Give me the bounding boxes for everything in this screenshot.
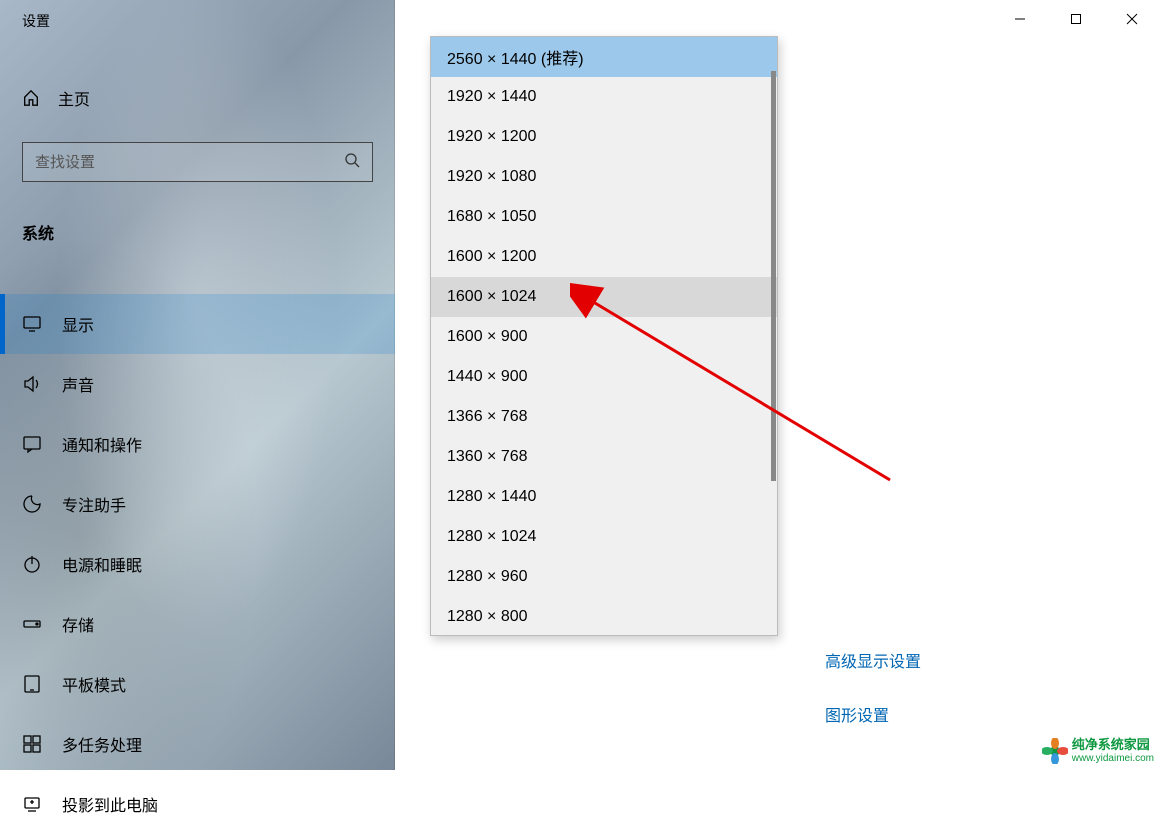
window-controls <box>992 0 1160 38</box>
resolution-option[interactable]: 1280 × 1440 <box>431 477 777 517</box>
nav-label: 投影到此电脑 <box>62 792 158 816</box>
close-button[interactable] <box>1104 0 1160 38</box>
advanced-display-link[interactable]: 高级显示设置 <box>825 648 921 672</box>
home-button[interactable]: 主页 <box>0 72 395 124</box>
watermark-title: 纯净系统家园 <box>1072 738 1154 752</box>
nav-label: 存储 <box>62 612 94 636</box>
resolution-option[interactable]: 1920 × 1200 <box>431 117 777 157</box>
nav-item-multitask[interactable]: 多任务处理 <box>0 714 395 774</box>
watermark: 纯净系统家园 www.yidaimei.com <box>1042 738 1154 764</box>
search-input[interactable] <box>35 154 344 171</box>
maximize-icon <box>1070 13 1082 25</box>
nav-item-notifications[interactable]: 通知和操作 <box>0 414 395 474</box>
multitask-icon <box>22 734 42 754</box>
home-label: 主页 <box>58 86 90 110</box>
resolution-option[interactable]: 1920 × 1440 <box>431 77 777 117</box>
dropdown-scrollbar[interactable] <box>771 71 776 481</box>
home-icon <box>22 89 40 107</box>
resolution-option[interactable]: 1280 × 1024 <box>431 517 777 557</box>
resolution-option[interactable]: 1360 × 768 <box>431 437 777 477</box>
resolution-option[interactable]: 1600 × 900 <box>431 317 777 357</box>
nav-item-power[interactable]: 电源和睡眠 <box>0 534 395 594</box>
nav-label: 专注助手 <box>62 492 126 516</box>
resolution-option[interactable]: 1280 × 960 <box>431 557 777 597</box>
nav-label: 多任务处理 <box>62 732 142 756</box>
nav-label: 电源和睡眠 <box>62 552 142 576</box>
watermark-url: www.yidaimei.com <box>1072 753 1154 764</box>
watermark-icon <box>1042 738 1068 764</box>
nav-label: 显示 <box>62 312 94 336</box>
nav-item-display[interactable]: 显示 <box>0 294 395 354</box>
nav-label: 声音 <box>62 372 94 396</box>
minimize-icon <box>1014 13 1026 25</box>
search-box[interactable] <box>22 142 373 182</box>
sound-icon <box>22 374 42 394</box>
close-icon <box>1126 13 1138 25</box>
resolution-option[interactable]: 1600 × 1024 <box>431 277 777 317</box>
nav-item-project[interactable]: 投影到此电脑 <box>0 774 395 834</box>
project-icon <box>22 794 42 814</box>
sidebar: 设置 主页 系统 显示 <box>0 0 395 770</box>
nav-item-sound[interactable]: 声音 <box>0 354 395 414</box>
storage-icon <box>22 614 42 634</box>
graphics-settings-link[interactable]: 图形设置 <box>825 702 889 726</box>
maximize-button[interactable] <box>1048 0 1104 38</box>
nav-label: 平板模式 <box>62 672 126 696</box>
minimize-button[interactable] <box>992 0 1048 38</box>
display-icon <box>22 314 42 334</box>
nav-item-tablet[interactable]: 平板模式 <box>0 654 395 714</box>
nav-item-focus[interactable]: 专注助手 <box>0 474 395 534</box>
nav-label: 通知和操作 <box>62 432 142 456</box>
search-icon <box>344 152 360 173</box>
notify-icon <box>22 434 42 454</box>
resolution-option[interactable]: 2560 × 1440 (推荐) <box>431 37 777 77</box>
resolution-option[interactable]: 1600 × 1200 <box>431 237 777 277</box>
tablet-icon <box>22 674 42 694</box>
power-icon <box>22 554 42 574</box>
window-title: 设置 <box>0 0 395 42</box>
focus-icon <box>22 494 42 514</box>
resolution-dropdown[interactable]: 2560 × 1440 (推荐) 1920 × 1440 1920 × 1200… <box>430 36 778 636</box>
window-title-text: 设置 <box>22 11 50 31</box>
category-label: 系统 <box>0 200 395 254</box>
nav-item-storage[interactable]: 存储 <box>0 594 395 654</box>
resolution-option[interactable]: 1366 × 768 <box>431 397 777 437</box>
nav-list: 显示 声音 通知和操作 专注助手 <box>0 294 395 834</box>
resolution-option[interactable]: 1920 × 1080 <box>431 157 777 197</box>
resolution-option[interactable]: 1680 × 1050 <box>431 197 777 237</box>
resolution-option[interactable]: 1280 × 800 <box>431 597 777 636</box>
resolution-option[interactable]: 1440 × 900 <box>431 357 777 397</box>
